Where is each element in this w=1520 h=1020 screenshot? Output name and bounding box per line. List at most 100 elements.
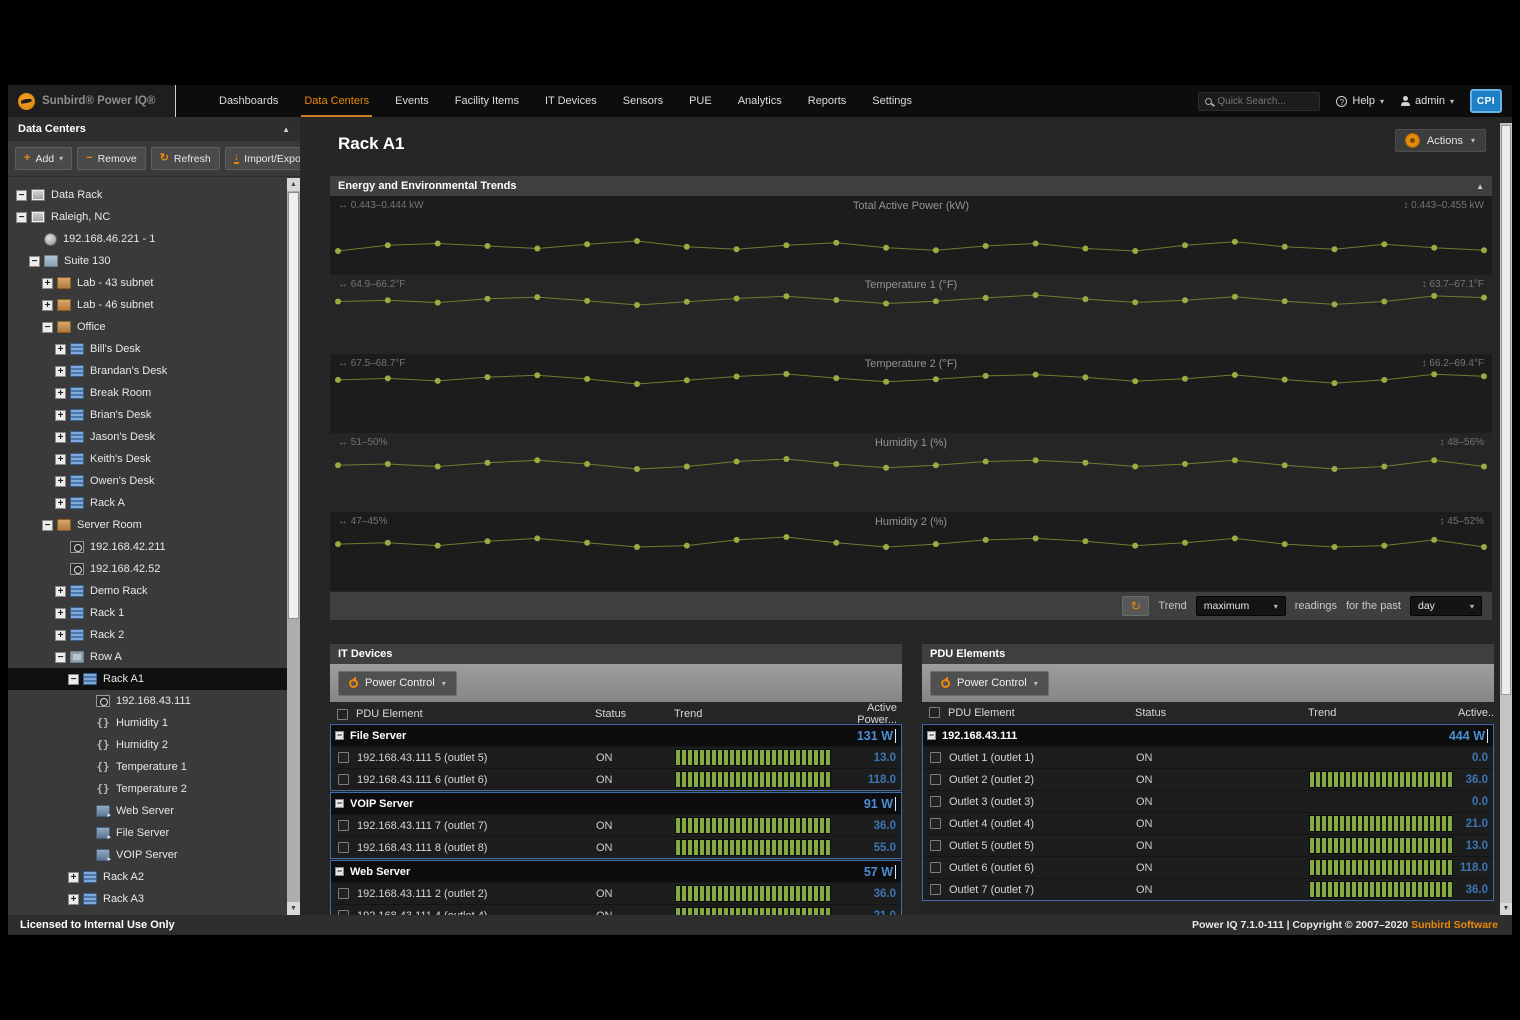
tree-item-voip-server[interactable]: VOIP Server [8, 844, 287, 866]
expand-toggle-icon[interactable]: + [55, 344, 66, 355]
tree-item-suite-130[interactable]: −Suite 130 [8, 250, 287, 272]
tree-item-jason-s-desk[interactable]: +Jason's Desk [8, 426, 287, 448]
search-input[interactable] [1217, 96, 1313, 107]
collapse-up-icon[interactable]: ▲ [1476, 182, 1484, 191]
row-checkbox[interactable] [338, 842, 349, 853]
group-row[interactable]: −File Server131 W [331, 725, 901, 746]
scrollbar-thumb[interactable] [288, 192, 299, 619]
scroll-down-icon[interactable]: ▼ [287, 902, 300, 915]
trend-type-select[interactable]: maximum ▾ [1196, 596, 1286, 616]
nav-events[interactable]: Events [382, 85, 442, 117]
nav-pue[interactable]: PUE [676, 85, 725, 117]
row-checkbox[interactable] [930, 840, 941, 851]
table-row[interactable]: Outlet 6 (outlet 6)ON118.0 [923, 856, 1493, 878]
row-checkbox[interactable] [338, 820, 349, 831]
scroll-up-icon[interactable]: ▲ [287, 178, 300, 191]
refresh-trend-button[interactable]: ↻ [1122, 596, 1149, 616]
tree-item-rack-a[interactable]: +Rack A [8, 492, 287, 514]
tree-item-server-room[interactable]: −Server Room [8, 514, 287, 536]
import-export-button[interactable]: ↓Import/Export [225, 147, 300, 170]
collapse-up-icon[interactable]: ▲ [282, 125, 290, 134]
nav-analytics[interactable]: Analytics [725, 85, 795, 117]
table-row[interactable]: 192.168.43.111 2 (outlet 2)ON36.0 [331, 882, 901, 904]
expand-toggle-icon[interactable]: + [42, 278, 53, 289]
row-checkbox[interactable] [930, 796, 941, 807]
group-row[interactable]: −192.168.43.111444 W [923, 725, 1493, 746]
table-row[interactable]: 192.168.43.111 5 (outlet 5)ON13.0 [331, 746, 901, 768]
add-button[interactable]: +Add▾ [15, 147, 72, 170]
row-checkbox[interactable] [338, 752, 349, 763]
user-menu[interactable]: admin ▾ [1400, 95, 1454, 107]
group-row[interactable]: −Web Server57 W [331, 861, 901, 882]
expand-toggle-icon[interactable]: + [55, 630, 66, 641]
tree-item-break-room[interactable]: +Break Room [8, 382, 287, 404]
quick-search[interactable] [1198, 92, 1320, 111]
expand-toggle-icon[interactable]: + [55, 454, 66, 465]
tree-item-humidity-2[interactable]: {}Humidity 2 [8, 734, 287, 756]
sunbird-software-link[interactable]: Sunbird Software [1411, 919, 1498, 931]
cpi-logo[interactable]: CPI [1470, 89, 1502, 113]
expand-toggle-icon[interactable]: + [55, 388, 66, 399]
power-control-button[interactable]: Power Control▾ [338, 671, 457, 696]
tree-item-lab-46-subnet[interactable]: +Lab - 46 subnet [8, 294, 287, 316]
collapse-toggle-icon[interactable]: − [42, 322, 53, 333]
expand-toggle-icon[interactable]: + [42, 300, 53, 311]
tree-item-rack-a3[interactable]: +Rack A3 [8, 888, 287, 910]
tree-item-192-168-43-111[interactable]: 192.168.43.111 [8, 690, 287, 712]
expand-toggle-icon[interactable]: + [68, 894, 79, 905]
nav-data-centers[interactable]: Data Centers [291, 85, 382, 117]
tree-item-humidity-1[interactable]: {}Humidity 1 [8, 712, 287, 734]
tree-item-192-168-46-221-1[interactable]: 192.168.46.221 - 1 [8, 228, 287, 250]
tree-item-data-rack[interactable]: −Data Rack [8, 184, 287, 206]
row-checkbox[interactable] [930, 862, 941, 873]
tree-item-brian-s-desk[interactable]: +Brian's Desk [8, 404, 287, 426]
expand-toggle-icon[interactable]: + [55, 608, 66, 619]
tree-item-keith-s-desk[interactable]: +Keith's Desk [8, 448, 287, 470]
time-range-select[interactable]: day ▾ [1410, 596, 1482, 616]
nav-it-devices[interactable]: IT Devices [532, 85, 610, 117]
row-checkbox[interactable] [338, 774, 349, 785]
tree-item-rack-1[interactable]: +Rack 1 [8, 602, 287, 624]
expand-toggle-icon[interactable]: + [68, 872, 79, 883]
scrollbar-thumb[interactable] [1501, 125, 1511, 695]
group-row[interactable]: −VOIP Server91 W [331, 793, 901, 814]
row-checkbox[interactable] [338, 888, 349, 899]
tree-item-row-a[interactable]: −Row A [8, 646, 287, 668]
power-control-button[interactable]: Power Control▾ [930, 671, 1049, 696]
nav-facility-items[interactable]: Facility Items [442, 85, 532, 117]
expand-toggle-icon[interactable]: + [55, 432, 66, 443]
actions-button[interactable]: Actions ▾ [1395, 129, 1486, 152]
collapse-toggle-icon[interactable]: − [927, 731, 936, 740]
collapse-toggle-icon[interactable]: − [335, 731, 344, 740]
expand-toggle-icon[interactable]: + [55, 586, 66, 597]
table-row[interactable]: Outlet 4 (outlet 4)ON21.0 [923, 812, 1493, 834]
collapse-toggle-icon[interactable]: − [42, 520, 53, 531]
collapse-toggle-icon[interactable]: − [55, 652, 66, 663]
refresh-button[interactable]: ↻Refresh [151, 147, 220, 170]
remove-button[interactable]: −Remove [77, 147, 146, 170]
select-all-checkbox[interactable] [929, 707, 940, 718]
expand-toggle-icon[interactable]: + [55, 498, 66, 509]
tree-item-lab-43-subnet[interactable]: +Lab - 43 subnet [8, 272, 287, 294]
main-scrollbar[interactable]: ▼ [1500, 123, 1512, 915]
table-row[interactable]: Outlet 2 (outlet 2)ON36.0 [923, 768, 1493, 790]
table-row[interactable]: Outlet 1 (outlet 1)ON0.0 [923, 746, 1493, 768]
collapse-toggle-icon[interactable]: − [335, 867, 344, 876]
nav-dashboards[interactable]: Dashboards [206, 85, 291, 117]
nav-sensors[interactable]: Sensors [610, 85, 676, 117]
scroll-down-icon[interactable]: ▼ [1500, 903, 1512, 915]
tree-item-temperature-1[interactable]: {}Temperature 1 [8, 756, 287, 778]
table-row[interactable]: Outlet 7 (outlet 7)ON36.0 [923, 878, 1493, 900]
tree-item-rack-a1[interactable]: −Rack A1 [8, 668, 287, 690]
tree-item-raleigh-nc[interactable]: −Raleigh, NC [8, 206, 287, 228]
collapse-toggle-icon[interactable]: − [68, 674, 79, 685]
tree-item-office[interactable]: −Office [8, 316, 287, 338]
tree-item-demo-rack[interactable]: +Demo Rack [8, 580, 287, 602]
tree-item-192-168-42-52[interactable]: 192.168.42.52 [8, 558, 287, 580]
tree-item-192-168-42-211[interactable]: 192.168.42.211 [8, 536, 287, 558]
table-row[interactable]: 192.168.43.111 6 (outlet 6)ON118.0 [331, 768, 901, 790]
row-checkbox[interactable] [930, 752, 941, 763]
help-menu[interactable]: ? Help ▾ [1336, 95, 1384, 107]
tree-item-owen-s-desk[interactable]: +Owen's Desk [8, 470, 287, 492]
collapse-toggle-icon[interactable]: − [16, 190, 27, 201]
